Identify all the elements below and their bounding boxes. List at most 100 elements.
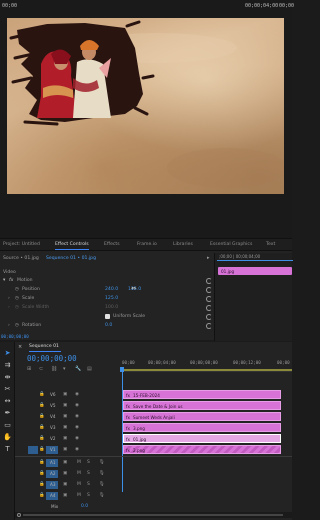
tab-effects[interactable]: Effects xyxy=(104,242,120,247)
track-header-v5[interactable]: 🔒 V5 ▣ ◉ xyxy=(15,401,121,411)
track-header-v4[interactable]: 🔒 V4 ▣ ◉ xyxy=(15,412,121,422)
track-header-a4[interactable]: 🔒 A4 ▣ M S 🎙 xyxy=(15,491,121,501)
lock-icon[interactable]: 🔒 xyxy=(39,471,45,476)
settings-wrench-icon[interactable]: 🔧 xyxy=(75,366,81,372)
clip-3png[interactable]: fx 3.png xyxy=(123,423,281,432)
expand-chevron-icon[interactable]: › xyxy=(8,296,10,301)
reset-icon[interactable] xyxy=(206,278,212,284)
tab-frameio[interactable]: Frame.io xyxy=(137,242,157,247)
tab-sequence[interactable]: Sequence 01 xyxy=(29,344,59,349)
clip-title-date[interactable]: fx 15-FEB-2024 xyxy=(123,390,281,399)
panel-toggle-icon[interactable]: ▸ xyxy=(207,255,210,261)
microphone-icon[interactable]: 🎙 xyxy=(99,482,105,487)
track-header-v2[interactable]: 🔒 V2 ▣ ◉ xyxy=(15,434,121,444)
sync-lock-icon[interactable]: ▣ xyxy=(63,460,67,465)
eye-icon[interactable]: ◉ xyxy=(75,403,79,408)
clip-2png[interactable]: fx 2.png xyxy=(123,445,281,454)
captions-icon[interactable]: ▤ xyxy=(87,366,92,372)
slip-tool-icon[interactable]: ↔ xyxy=(3,397,12,406)
type-tool-icon[interactable]: T xyxy=(3,445,12,454)
lock-icon[interactable]: 🔒 xyxy=(39,436,45,441)
sync-lock-icon[interactable]: ▣ xyxy=(63,482,67,487)
tab-essential-graphics[interactable]: Essential Graphics xyxy=(210,242,252,247)
source-clip-label[interactable]: Source • 01.jpg xyxy=(3,256,39,261)
motion-row[interactable]: ▾ fx Motion xyxy=(0,276,214,285)
ec-timecode[interactable]: 00;00;00;00 xyxy=(1,334,29,339)
sync-lock-icon[interactable]: ▣ xyxy=(63,425,67,430)
sequence-clip-label[interactable]: Sequence 01 • 01.jpg xyxy=(46,256,96,261)
stopwatch-icon[interactable]: ◷ xyxy=(15,296,19,301)
ripple-edit-tool-icon[interactable]: ⇹ xyxy=(3,373,12,382)
sync-lock-icon[interactable]: ▣ xyxy=(63,436,67,441)
sync-lock-icon[interactable]: ▣ xyxy=(63,392,67,397)
fx-icon[interactable]: fx xyxy=(9,278,13,283)
scale-row[interactable]: › ◷ Scale 125.0 xyxy=(0,294,214,303)
scale-value[interactable]: 125.0 xyxy=(105,296,118,301)
scroll-handle-left[interactable] xyxy=(17,513,21,517)
mute-button[interactable]: M xyxy=(77,460,81,465)
pen-tool-icon[interactable]: ✒ xyxy=(3,409,12,418)
track-header-a1[interactable]: 🔒 A1 ▣ M S 🎙 xyxy=(15,458,121,468)
lock-icon[interactable]: 🔒 xyxy=(39,414,45,419)
clip-title-save-the-date[interactable]: fx Save the Date & Join us xyxy=(123,401,281,410)
mix-value[interactable]: 0.0 xyxy=(81,504,88,509)
rotation-value[interactable]: 0.0 xyxy=(105,323,112,328)
sync-lock-icon[interactable]: ▣ xyxy=(63,447,67,452)
microphone-icon[interactable]: 🎙 xyxy=(99,493,105,498)
snap-icon[interactable]: ⊂ xyxy=(39,366,43,372)
microphone-icon[interactable]: 🎙 xyxy=(99,471,105,476)
ec-clip-bar[interactable]: 01.jpg xyxy=(218,267,292,275)
solo-button[interactable]: S xyxy=(87,493,90,498)
add-marker-icon[interactable]: ▾ xyxy=(63,366,66,372)
tab-text[interactable]: Text xyxy=(266,242,275,247)
lock-icon[interactable]: 🔒 xyxy=(39,493,45,498)
sync-lock-icon[interactable]: ▣ xyxy=(63,403,67,408)
mute-button[interactable]: M xyxy=(77,471,81,476)
track-header-v3[interactable]: 🔒 V3 ▣ ◉ xyxy=(15,423,121,433)
solo-button[interactable]: S xyxy=(87,471,90,476)
source-patch-v1[interactable] xyxy=(28,446,38,454)
sync-lock-icon[interactable]: ▣ xyxy=(63,493,67,498)
stopwatch-icon[interactable]: ◷ xyxy=(15,287,19,292)
uniform-scale-row[interactable]: Uniform Scale xyxy=(0,312,214,321)
tab-project[interactable]: Project: Untitled xyxy=(3,242,40,247)
tab-effect-controls[interactable]: Effect Controls xyxy=(55,242,89,247)
expand-chevron-icon[interactable]: › xyxy=(8,323,10,328)
sync-lock-icon[interactable]: ▣ xyxy=(63,471,67,476)
clip-title-names[interactable]: fx Sumeet Weds Anjali xyxy=(123,412,281,421)
mute-button[interactable]: M xyxy=(77,493,81,498)
linked-selection-icon[interactable]: ⛓ xyxy=(51,366,57,372)
eye-icon[interactable]: ◉ xyxy=(75,447,79,452)
solo-button[interactable]: S xyxy=(87,482,90,487)
timeline-timecode[interactable]: 00;00;00;00 xyxy=(27,354,77,363)
eye-icon[interactable]: ◉ xyxy=(75,425,79,430)
scroll-track[interactable] xyxy=(23,514,283,516)
track-header-a3[interactable]: 🔒 A3 ▣ M S 🎙 xyxy=(15,480,121,490)
rotation-reset-icon[interactable] xyxy=(206,323,212,329)
lock-icon[interactable]: 🔒 xyxy=(39,482,45,487)
position-x-value[interactable]: 240.0 xyxy=(105,287,118,292)
hand-tool-icon[interactable]: ✋ xyxy=(3,433,12,442)
close-icon[interactable]: × xyxy=(18,344,22,350)
lock-icon[interactable]: 🔒 xyxy=(39,447,45,452)
lock-icon[interactable]: 🔒 xyxy=(39,392,45,397)
expand-chevron-icon[interactable]: ▾ xyxy=(3,278,5,283)
selection-tool-icon[interactable]: ➤ xyxy=(3,349,12,358)
scale-width-reset-icon[interactable] xyxy=(206,305,212,311)
uniform-scale-checkbox[interactable] xyxy=(105,314,110,319)
video-frame[interactable] xyxy=(7,18,284,194)
track-header-v1[interactable]: 🔒 V1 ▣ ◉ xyxy=(15,445,121,455)
mute-button[interactable]: M xyxy=(77,482,81,487)
mix-track-header[interactable]: Mix 0.0 xyxy=(15,502,121,512)
eye-icon[interactable]: ◉ xyxy=(75,436,79,441)
position-row[interactable]: ◷ Position 240.0 135.0 ⇔ xyxy=(0,285,214,294)
sync-lock-icon[interactable]: ▣ xyxy=(63,414,67,419)
horizontal-scrollbar[interactable] xyxy=(15,512,292,518)
eye-icon[interactable]: ◉ xyxy=(75,414,79,419)
tab-libraries[interactable]: Libraries xyxy=(173,242,193,247)
solo-button[interactable]: S xyxy=(87,460,90,465)
lock-icon[interactable]: 🔒 xyxy=(39,403,45,408)
clip-01jpg[interactable]: fx 01.jpg xyxy=(123,434,281,443)
uniform-scale-reset-icon[interactable] xyxy=(206,314,212,320)
rotation-row[interactable]: › ◷ Rotation 0.0 xyxy=(0,321,214,330)
